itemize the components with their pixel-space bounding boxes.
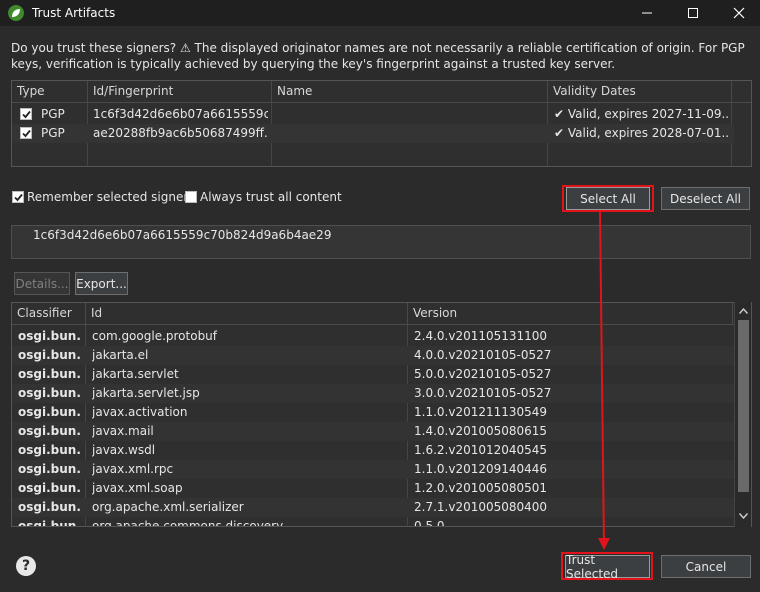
column-header-id[interactable]: Id <box>86 303 408 324</box>
artifact-classifier: osgi.bun... <box>18 424 82 438</box>
artifact-classifier: osgi.bun... <box>18 405 82 419</box>
artifact-id: org.apache.commons.discovery <box>92 519 284 527</box>
artifact-row[interactable]: osgi.bun... javax.mail 1.4.0.v201005080615 <box>12 422 734 441</box>
eclipse-leaf-icon <box>8 5 24 21</box>
highlight-trust-selected <box>561 552 653 580</box>
artifact-row[interactable]: osgi.bun... com.google.protobuf 2.4.0.v201… <box>12 327 734 346</box>
artifact-id: com.google.protobuf <box>92 329 218 343</box>
artifact-id: jakarta.servlet <box>92 367 179 381</box>
minimize-icon[interactable] <box>630 0 664 26</box>
artifact-row[interactable]: osgi.bun... javax.wsdl 1.6.2.v201012040545 <box>12 441 734 460</box>
artifact-classifier: osgi.bun... <box>18 386 82 400</box>
maximize-icon[interactable] <box>676 0 710 26</box>
details-button[interactable]: Details... <box>14 272 70 295</box>
window-title: Trust Artifacts <box>32 6 116 20</box>
always-trust-label[interactable]: Always trust all content <box>200 189 342 205</box>
signer-checkbox[interactable] <box>20 108 32 120</box>
artifact-id: org.apache.xml.serializer <box>92 500 244 514</box>
always-trust-checkbox[interactable] <box>185 191 197 203</box>
signer-name <box>277 124 542 143</box>
artifact-classifier: osgi.bun... <box>18 348 82 362</box>
artifact-row[interactable]: osgi.bun... javax.xml.rpc 1.1.0.v201209140… <box>12 460 734 479</box>
artifact-classifier: osgi.bun... <box>18 519 82 527</box>
title-bar: Trust Artifacts <box>0 0 760 26</box>
trust-description: Do you trust these signers? ⚠ The displa… <box>11 41 745 71</box>
close-icon[interactable] <box>722 0 756 26</box>
artifacts-scrollbar[interactable] <box>734 302 751 527</box>
signer-fingerprint: ae20288fb9ac6b50687499ff... <box>93 126 268 140</box>
artifact-id: jakarta.servlet.jsp <box>92 386 200 400</box>
artifact-classifier: osgi.bun... <box>18 329 82 343</box>
artifact-row[interactable]: osgi.bun... javax.activation 1.1.0.v201211… <box>12 403 734 422</box>
column-header-classifier[interactable]: Classifier <box>12 303 86 324</box>
fingerprint-value: 1c6f3d42d6e6b07a6615559c70b824d9a6b4ae29 <box>33 228 332 242</box>
artifact-version: 1.1.0.v201209140446 <box>414 462 548 476</box>
artifact-classifier: osgi.bun... <box>18 500 82 514</box>
artifact-classifier: osgi.bun... <box>18 462 82 476</box>
signer-checkbox[interactable] <box>20 127 32 139</box>
artifact-version: 5.0.0.v20210105-0527 <box>414 367 552 381</box>
artifact-id: jakarta.el <box>92 348 149 362</box>
artifact-version: 2.4.0.v201105131100 <box>414 329 548 343</box>
signer-row[interactable]: PGP ae20288fb9ac6b50687499ff... ✔ Valid,… <box>12 124 734 143</box>
signer-name <box>277 105 542 124</box>
column-header-fingerprint[interactable]: Id/Fingerprint <box>88 81 272 102</box>
fingerprint-field[interactable]: 1c6f3d42d6e6b07a6615559c70b824d9a6b4ae29 <box>11 225 751 259</box>
deselect-all-button[interactable]: Deselect All <box>661 187 750 210</box>
artifact-id: javax.xml.rpc <box>92 462 174 476</box>
signer-validity: ✔ Valid, expires 2028-07-01... <box>554 126 730 140</box>
column-header-version[interactable]: Version <box>408 303 733 324</box>
artifact-version: 0.5.0... <box>414 519 456 527</box>
artifact-version: 4.0.0.v20210105-0527 <box>414 348 552 362</box>
artifact-row[interactable]: osgi.bun... javax.xml.soap 1.2.0.v20100508… <box>12 479 734 498</box>
column-header-type[interactable]: Type <box>12 81 88 102</box>
artifact-id: javax.xml.soap <box>92 481 183 495</box>
remember-signers-checkbox[interactable] <box>12 191 24 203</box>
cancel-button[interactable]: Cancel <box>661 555 751 578</box>
artifact-version: 2.7.1.v201005080400 <box>414 500 548 514</box>
highlight-select-all <box>562 185 654 212</box>
artifacts-header: Classifier Id Version <box>12 303 751 325</box>
artifact-row[interactable]: osgi.bun... jakarta.servlet 5.0.0.v2021010… <box>12 365 734 384</box>
artifact-version: 1.2.0.v201005080501 <box>414 481 548 495</box>
signer-row[interactable]: PGP 1c6f3d42d6e6b07a6615559c... ✔ Valid,… <box>12 105 734 124</box>
artifact-classifier: osgi.bun... <box>18 481 82 495</box>
signer-type: PGP <box>41 107 65 121</box>
scroll-thumb[interactable] <box>738 320 749 492</box>
signers-table[interactable]: Type Id/Fingerprint Name Validity Dates … <box>11 80 752 167</box>
artifacts-table[interactable]: Classifier Id Version osgi.bun... com.goo… <box>11 302 752 527</box>
export-button[interactable]: Export... <box>75 272 128 295</box>
signer-type: PGP <box>41 126 65 140</box>
scroll-down-icon[interactable] <box>735 508 752 524</box>
artifact-classifier: osgi.bun... <box>18 443 82 457</box>
artifact-version: 1.1.0.v201211130549 <box>414 405 548 419</box>
signer-validity: ✔ Valid, expires 2027-11-09... <box>554 107 730 121</box>
column-header-validity[interactable]: Validity Dates <box>548 81 732 102</box>
artifact-row[interactable]: osgi.bun... org.apache.commons.discovery 0… <box>12 517 734 527</box>
artifact-version: 3.0.0.v20210105-0527 <box>414 386 552 400</box>
scroll-up-icon[interactable] <box>735 303 752 319</box>
help-icon[interactable]: ? <box>16 556 36 576</box>
artifact-row[interactable]: osgi.bun... org.apache.xml.serializer 2.7.… <box>12 498 734 517</box>
signer-fingerprint: 1c6f3d42d6e6b07a6615559c... <box>93 107 268 121</box>
column-header-name[interactable]: Name <box>272 81 548 102</box>
artifact-classifier: osgi.bun... <box>18 367 82 381</box>
artifact-version: 1.4.0.v201005080615 <box>414 424 548 438</box>
artifact-id: javax.mail <box>92 424 154 438</box>
artifact-row[interactable]: osgi.bun... jakarta.servlet.jsp 3.0.0.v202… <box>12 384 734 403</box>
signers-header: Type Id/Fingerprint Name Validity Dates <box>12 81 751 103</box>
artifact-row[interactable]: osgi.bun... jakarta.el 4.0.0.v20210105-052… <box>12 346 734 365</box>
artifact-id: javax.activation <box>92 405 188 419</box>
artifact-id: javax.wsdl <box>92 443 156 457</box>
remember-signers-label[interactable]: Remember selected signers <box>27 189 195 205</box>
artifact-version: 1.6.2.v201012040545 <box>414 443 548 457</box>
